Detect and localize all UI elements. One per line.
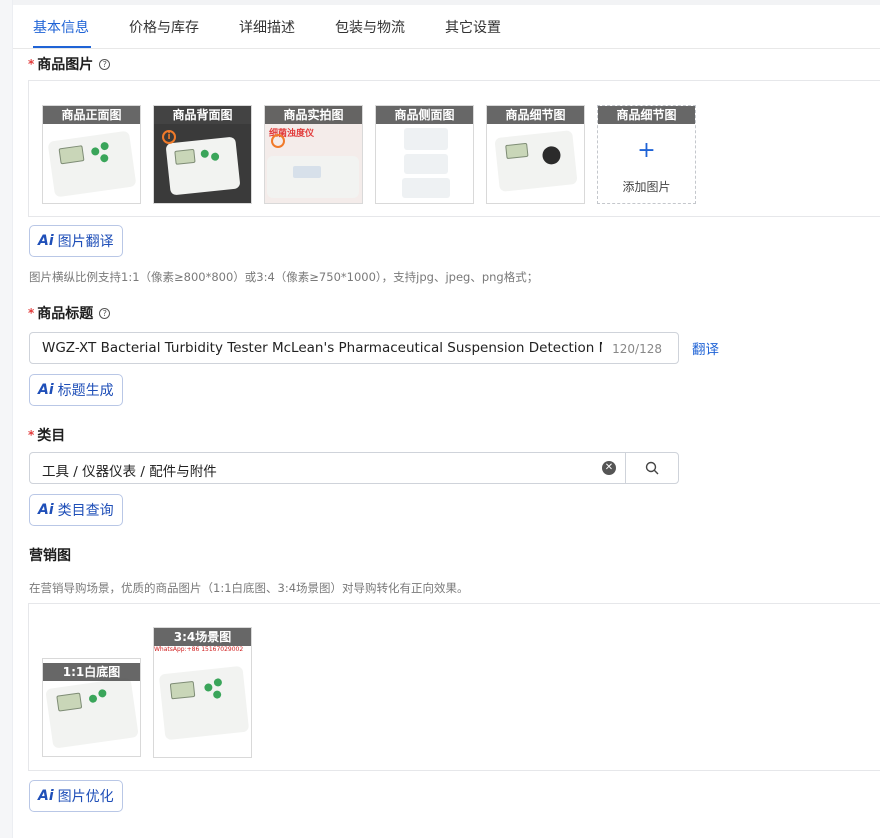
add-image-label: 添加图片 [622,180,671,194]
image-optimize-label: 图片优化 [57,789,114,805]
tab-packaging-logistics[interactable]: 包装与物流 [335,17,405,37]
plus-icon: + [637,138,656,163]
question-circle-icon[interactable]: ? [99,307,111,319]
tab-price-stock[interactable]: 价格与库存 [129,17,199,37]
marketing-image-square[interactable]: 1:1白底图 [42,658,141,757]
device-illustration [165,136,241,196]
question-circle-icon[interactable]: ? [99,58,111,70]
product-images-panel: 商品正面图 i 商品背面图 细菌浊度仪 商品实拍图 商品侧面图 商品细节图 商品… [28,80,880,217]
product-title-label-text: 商品标题 [37,306,94,322]
tab-bar: 基本信息 价格与库存 详细描述 包装与物流 其它设置 [13,5,880,49]
add-slot-caption: 商品细节图 [598,106,695,124]
title-generate-label: 标题生成 [57,383,114,399]
required-mark: * [28,428,35,442]
translate-link[interactable]: 翻译 [692,338,719,358]
device-illustration [267,156,359,198]
thumb-caption: 1:1白底图 [43,663,140,681]
active-tab-indicator [33,46,91,48]
device-illustration [494,130,578,192]
device-illustration [158,665,250,741]
product-images-label: * 商品图片 ? [28,54,111,74]
tab-detail-description[interactable]: 详细描述 [239,17,295,37]
tab-other-settings[interactable]: 其它设置 [445,17,501,37]
product-images-label-text: 商品图片 [37,57,94,73]
thumb-caption: 商品背面图 [154,106,251,124]
search-icon [645,461,659,475]
image-translate-label: 图片翻译 [57,234,114,250]
marketing-images-label: 营销图 [29,548,71,564]
category-search-button[interactable] [625,452,679,484]
thumb-caption: 商品侧面图 [376,106,473,124]
product-image-detail[interactable]: 商品细节图 [486,105,585,204]
product-image-back[interactable]: i 商品背面图 [153,105,252,204]
category-lookup-label: 类目查询 [57,503,114,519]
title-generate-button[interactable]: Ai 标题生成 [29,374,123,406]
marketing-images-hint: 在营销导购场景，优质的商品图片（1:1白底图、3:4场景图）对导购转化有正向效果… [29,581,469,595]
product-image-real-shot[interactable]: 细菌浊度仪 商品实拍图 [264,105,363,204]
title-char-count: 120/128 [612,342,662,356]
image-optimize-button[interactable]: Ai 图片优化 [29,780,123,812]
ai-icon: Ai [38,502,54,518]
thumb-caption: 商品细节图 [487,106,584,124]
thumb-caption: 3:4场景图 [154,628,251,646]
category-label: * 类目 [28,425,65,445]
watermark-text: WhatsApp:+86 15167029002 [154,646,251,654]
device-illustration [47,130,137,198]
add-image-slot[interactable]: 商品细节图 + 添加图片 [597,105,696,204]
product-title-value: WGZ-XT Bacterial Turbidity Tester McLean… [42,340,602,356]
category-input[interactable]: 工具 / 仪器仪表 / 配件与附件 ✕ [29,452,626,484]
required-mark: * [28,57,35,71]
image-format-hint: 图片横纵比例支持1:1（像素≥800*800）或3:4（像素≥750*1000）… [29,270,539,284]
product-image-side[interactable]: 商品侧面图 [375,105,474,204]
tab-basic-info[interactable]: 基本信息 [33,17,89,37]
category-lookup-button[interactable]: Ai 类目查询 [29,494,123,526]
clear-circle-icon[interactable]: ✕ [602,461,616,475]
category-value: 工具 / 仪器仪表 / 配件与附件 [42,464,217,480]
thumb-caption: 商品正面图 [43,106,140,124]
ai-icon: Ai [38,788,54,804]
thumb-caption: 商品实拍图 [265,106,362,124]
marketing-image-scene[interactable]: WhatsApp:+86 15167029002 3:4场景图 [153,627,252,758]
required-mark: * [28,306,35,320]
product-edit-page: 基本信息 价格与库存 详细描述 包装与物流 其它设置 * 商品图片 ? 商品正面… [12,0,880,838]
device-illustration [45,677,139,749]
product-title-label: * 商品标题 ? [28,303,111,323]
ai-icon: Ai [38,382,54,398]
product-title-input[interactable]: WGZ-XT Bacterial Turbidity Tester McLean… [29,332,679,364]
product-image-front[interactable]: 商品正面图 [42,105,141,204]
marketing-images-panel: 1:1白底图 WhatsApp:+86 15167029002 3:4场景图 [28,603,880,771]
ai-icon: Ai [38,233,54,249]
category-label-text: 类目 [37,428,66,444]
image-translate-button[interactable]: Ai 图片翻译 [29,225,123,257]
